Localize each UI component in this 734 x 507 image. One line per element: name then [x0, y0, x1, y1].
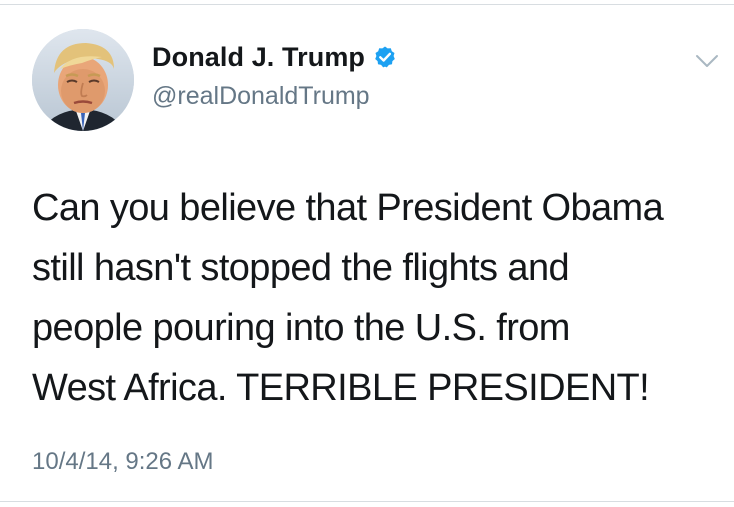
- verified-badge-icon: [373, 45, 397, 69]
- top-divider: [0, 4, 734, 5]
- author-block[interactable]: Donald J. Trump @realDonaldTrump: [152, 40, 397, 111]
- chevron-down-icon[interactable]: [694, 52, 720, 70]
- avatar-photo: [32, 29, 134, 131]
- display-name[interactable]: Donald J. Trump: [152, 42, 365, 73]
- tweet-text: Can you believe that President Obama sti…: [32, 187, 664, 409]
- name-row: Donald J. Trump: [152, 40, 397, 74]
- user-handle[interactable]: @realDonaldTrump: [152, 82, 397, 111]
- tweet-timestamp[interactable]: 10/4/14, 9:26 AM: [32, 448, 213, 476]
- avatar[interactable]: [32, 29, 134, 131]
- bottom-divider: [0, 501, 734, 502]
